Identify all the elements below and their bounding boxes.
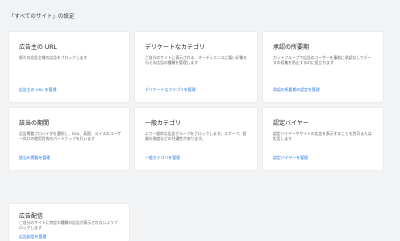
card-title: 一般カテゴリ (145, 120, 182, 127)
settings-page: 「すべてのサイト」の設定 広告主の URL 個々の広告主様の広告をブロックします… (0, 0, 400, 241)
page-title: 「すべてのサイト」の設定 (9, 14, 75, 20)
card-title: 該当の期間 (19, 120, 50, 127)
card-description: 個々の広告主様の広告をブロックします (19, 55, 88, 60)
card-description: ご自分のサイトに特定の種類の広告が表示されないようブロックします (19, 220, 118, 231)
card-description: 広告掲載プロバイダを選択し、EEA、英国、スイスのユーザー向けの使用目的のパート… (19, 131, 121, 142)
manage-approval-period-link[interactable]: 承認の所要期の設定を管理 (273, 87, 320, 93)
card-title: 広告主の URL (19, 44, 57, 51)
manage-authorized-buyers-link[interactable]: 認定バイヤーを管理 (273, 155, 308, 161)
manage-advertiser-url-link[interactable]: 広告主の URL を管理 (19, 87, 56, 93)
card-title: 承認の所要期 (273, 44, 310, 51)
card-ad-serving: 広告配信 ご自分のサイトに特定の種類の広告が表示されないようブロックします 広告… (9, 204, 129, 241)
card-title: デリケートなカテゴリ (145, 44, 206, 51)
card-authorized-buyers: 認定バイヤー 認定バイヤーやサイトの広告を表示することを許可または拒否します 認… (263, 108, 383, 170)
manage-ad-serving-link[interactable]: 広告配信を管理 (19, 234, 46, 240)
card-title: 認定バイヤー (273, 120, 309, 127)
card-title: 広告配信 (19, 213, 44, 220)
manage-sensitive-categories-link[interactable]: デリケートなカテゴリを管理 (145, 87, 196, 93)
card-general-categories: 一般カテゴリ より一般的な広告グループをブロックします。スポーツ、投資の過度など… (135, 108, 257, 170)
card-sensitive-categories: デリケートなカテゴリ ご自分のサイトに表示される、オーディエンスに悪い印象を与え… (135, 32, 257, 102)
card-description: カットフループで広告のユーザーを事前に承認なしでデータの収集を防止するのに役立ち… (273, 55, 372, 66)
manage-general-categories-link[interactable]: 一般カテゴリを管理 (145, 155, 180, 161)
card-description: 認定バイヤーやサイトの広告を表示することを許可または拒否します (273, 131, 372, 142)
card-description: より一般的な広告グループをブロックします。スポーツ、投資の過度などの共通性があり… (145, 131, 247, 142)
card-approval-period: 承認の所要期 カットフループで広告のユーザーを事前に承認なしでデータの収集を防止… (263, 32, 383, 102)
manage-applicable-period-link[interactable]: 該当の掲載を管理 (19, 155, 50, 161)
card-advertiser-url: 広告主の URL 個々の広告主様の広告をブロックします 広告主の URL を管理 (9, 32, 129, 102)
card-applicable-period: 該当の期間 広告掲載プロバイダを選択し、EEA、英国、スイスのユーザー向けの使用… (9, 108, 129, 170)
card-description: ご自分のサイトに表示される、オーディエンスに悪い印象を与える広告の種類を管理しま… (145, 55, 248, 66)
